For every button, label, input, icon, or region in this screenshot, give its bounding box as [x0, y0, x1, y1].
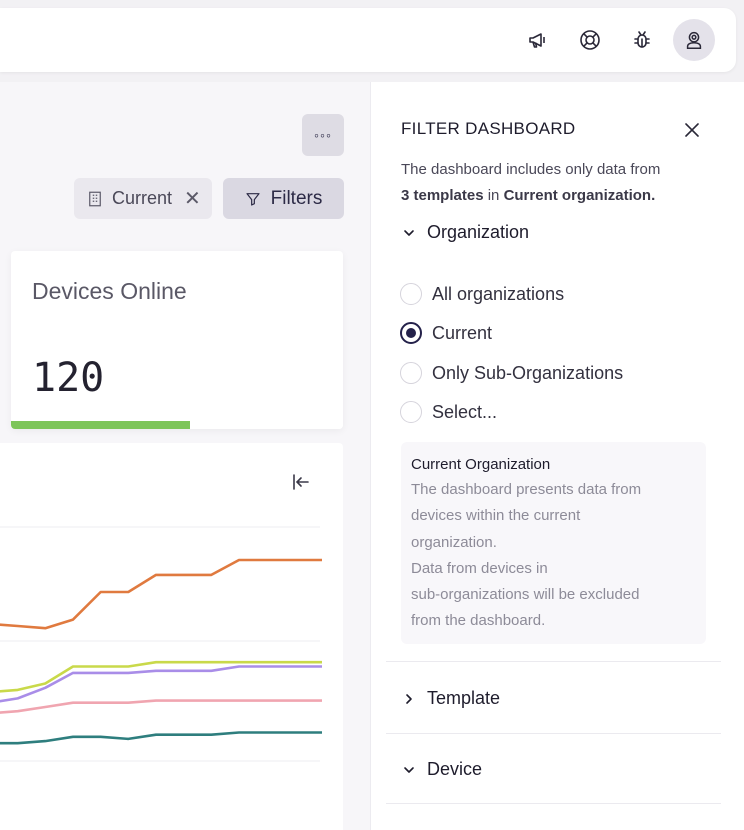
info-line: organization.: [411, 533, 497, 551]
more-options-button[interactable]: ◦◦◦: [302, 114, 344, 156]
filters-button[interactable]: Filters: [223, 178, 344, 219]
organization-info-box: Current Organization The dashboard prese…: [401, 442, 706, 644]
radio-select[interactable]: Select...: [400, 401, 497, 423]
devices-online-card[interactable]: Devices Online 120: [11, 251, 343, 429]
organization-section-header[interactable]: Organization: [401, 222, 529, 243]
radio-current[interactable]: Current: [400, 322, 492, 344]
line-chart: [0, 526, 322, 762]
current-chip-label: Current: [112, 188, 173, 208]
progress-bar: [11, 421, 343, 429]
organization-label: Organization: [427, 222, 530, 242]
filter-panel-title: FILTER DASHBOARD: [401, 119, 576, 138]
radio-button[interactable]: [400, 362, 422, 384]
current-filter-chip[interactable]: Current ✕: [74, 178, 212, 219]
info-title: Current Organization: [411, 456, 551, 473]
device-section-header[interactable]: Device: [401, 759, 482, 780]
card-value: 120: [32, 355, 105, 401]
radio-label: Current: [432, 322, 493, 343]
bug-icon[interactable]: [626, 24, 658, 56]
radio-all-organizations[interactable]: All organizations: [400, 283, 564, 305]
radio-button-selected[interactable]: [400, 322, 422, 344]
series-line-4: [0, 731, 322, 745]
filter-description: The dashboard includes only data from 3 …: [401, 157, 721, 209]
radio-only-sub-organizations[interactable]: Only Sub-Organizations: [400, 362, 623, 384]
desc-org: Current organization.: [503, 187, 656, 204]
series-line-0: [0, 558, 322, 630]
device-label: Device: [427, 759, 483, 779]
chevron-down-icon: [404, 229, 414, 236]
template-label: Template: [427, 688, 501, 708]
progress-fill: [11, 421, 191, 429]
desc-line-1: The dashboard includes only data from: [401, 161, 661, 178]
template-section-header[interactable]: Template: [401, 688, 500, 709]
chevron-right-icon: [406, 693, 412, 704]
radio-button[interactable]: [400, 283, 422, 305]
lifebuoy-icon[interactable]: [574, 24, 606, 56]
info-line: sub-organizations will be excluded: [411, 586, 640, 604]
section-divider: [386, 661, 721, 662]
info-line: The dashboard presents data from: [411, 481, 642, 498]
remove-chip-icon[interactable]: ✕: [184, 186, 201, 211]
building-icon: [89, 191, 101, 206]
section-divider: [386, 733, 721, 734]
more-dots-icon: ◦◦◦: [314, 127, 332, 143]
info-line: Data from devices in: [411, 559, 548, 577]
line-chart-card: [0, 443, 343, 830]
desc-count: 3 templates: [401, 187, 484, 204]
series-line-3: [0, 699, 322, 714]
close-icon[interactable]: [680, 118, 704, 142]
funnel-icon: [246, 192, 260, 206]
radio-label: Only Sub-Organizations: [432, 362, 624, 383]
collapse-panel-icon[interactable]: [288, 470, 312, 494]
desc-in: in: [483, 187, 504, 204]
filters-label: Filters: [270, 187, 323, 209]
megaphone-icon[interactable]: [522, 24, 554, 56]
card-title: Devices Online: [32, 278, 187, 304]
info-line: from the dashboard.: [411, 612, 546, 630]
radio-button[interactable]: [400, 401, 422, 423]
chevron-down-icon: [404, 766, 414, 773]
desc-line-2: 3 templates in Current organization.: [401, 183, 721, 209]
top-bar: [0, 8, 736, 72]
radio-label: Select...: [432, 401, 498, 422]
radio-label: All organizations: [432, 283, 565, 304]
user-avatar-icon[interactable]: [673, 19, 715, 61]
section-divider: [386, 803, 721, 804]
info-line: devices within the current: [411, 507, 581, 525]
series-line-2: [0, 665, 322, 703]
